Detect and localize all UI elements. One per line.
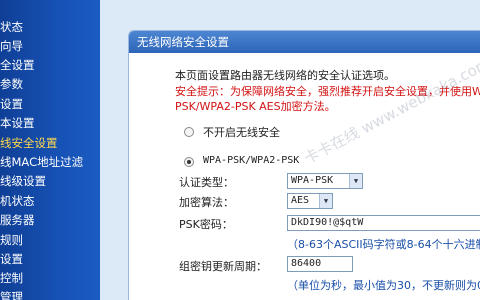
wireless-security-panel: 无线网络安全设置 本页面设置路由器无线网络的安全认证选项。 安全提示：为保障网络…: [128, 30, 480, 300]
encryption-select[interactable]: AES ▼: [287, 193, 333, 209]
sidebar-item-label: 线级设置: [0, 174, 46, 188]
sidebar-item-control[interactable]: 控制: [0, 269, 100, 288]
sidebar-item-wizard[interactable]: 向导: [0, 37, 100, 56]
sidebar-item-settings[interactable]: 设置: [0, 95, 100, 114]
sidebar-item-host-status[interactable]: 机状态: [0, 192, 100, 211]
sidebar-item-label: 本设置: [0, 116, 35, 130]
encryption-label: 加密算法：: [179, 196, 234, 209]
auth-type-select[interactable]: WPA-PSK ▼: [287, 173, 363, 189]
panel-title: 无线网络安全设置: [129, 31, 480, 53]
sidebar-item-label: 线安全设置: [0, 136, 58, 150]
group-key-label: 组密钥更新周期：: [179, 260, 267, 273]
radio-disable-security-label: 不开启无线安全: [203, 126, 280, 139]
sidebar-item-management[interactable]: 管理: [0, 288, 100, 300]
sidebar-item-label: 机状态: [0, 194, 35, 208]
sidebar-item-label: 控制: [0, 271, 23, 285]
sidebar-item-basic-settings[interactable]: 本设置: [0, 114, 100, 133]
chevron-down-icon: ▼: [319, 194, 332, 208]
sidebar-item-mac-filter[interactable]: 线MAC地址过滤: [0, 153, 100, 172]
security-warning-line2: PSK/WPA2-PSK AES加密方法。: [175, 100, 336, 113]
sidebar-item-label: 线MAC地址过滤: [0, 155, 84, 169]
psk-hint: （8-63个ASCII码字符或8-64个十六进制字: [287, 238, 480, 251]
sidebar-item-rules[interactable]: 规则: [0, 231, 100, 250]
encryption-value: AES: [291, 195, 310, 206]
sidebar-item-label: 管理: [0, 290, 23, 300]
psk-label: PSK密码：: [179, 218, 233, 231]
sidebar-nav: 状态 向导 全设置 参数 设置 本设置 线安全设置 线MAC地址过滤 线级设置 …: [0, 0, 100, 300]
sidebar-item-label: 全设置: [0, 58, 35, 72]
sidebar-item-label: 向导: [0, 39, 23, 53]
sidebar-item-settings-2[interactable]: 设置: [0, 250, 100, 269]
sidebar-item-label: 设置: [0, 97, 23, 111]
auth-type-label: 认证类型：: [179, 176, 234, 189]
sidebar-item-wireless-security[interactable]: 线安全设置: [0, 134, 100, 153]
group-key-interval-input[interactable]: 86400: [287, 256, 353, 272]
sidebar-item-label: 参数: [0, 77, 23, 91]
sidebar-item-security-settings[interactable]: 全设置: [0, 56, 100, 75]
auth-type-value: WPA-PSK: [291, 175, 334, 186]
sidebar-item-status[interactable]: 状态: [0, 18, 100, 37]
sidebar-item-label: 设置: [0, 252, 23, 266]
group-key-hint: （单位为秒，最小值为30，不更新则为0）: [287, 279, 480, 292]
intro-text: 本页面设置路由器无线网络的安全认证选项。: [175, 69, 395, 82]
sidebar-item-label: 规则: [0, 233, 23, 247]
sidebar-item-params[interactable]: 参数: [0, 75, 100, 94]
radio-wpa-psk-label: WPA-PSK/WPA2-PSK: [203, 155, 300, 166]
sidebar-item-advanced[interactable]: 线级设置: [0, 172, 100, 191]
sidebar-item-label: 状态: [0, 20, 23, 34]
sidebar-item-label: 服务器: [0, 213, 35, 227]
security-warning-line1: 安全提示：为保障网络安全，强烈推荐开启安全设置，并使用WPA-: [175, 85, 480, 98]
psk-password-input[interactable]: DkDI90!@$qtW: [287, 215, 480, 231]
sidebar-item-server[interactable]: 服务器: [0, 211, 100, 230]
radio-disable-security[interactable]: [184, 127, 194, 137]
radio-wpa-psk[interactable]: [184, 157, 194, 167]
chevron-down-icon: ▼: [349, 174, 362, 188]
